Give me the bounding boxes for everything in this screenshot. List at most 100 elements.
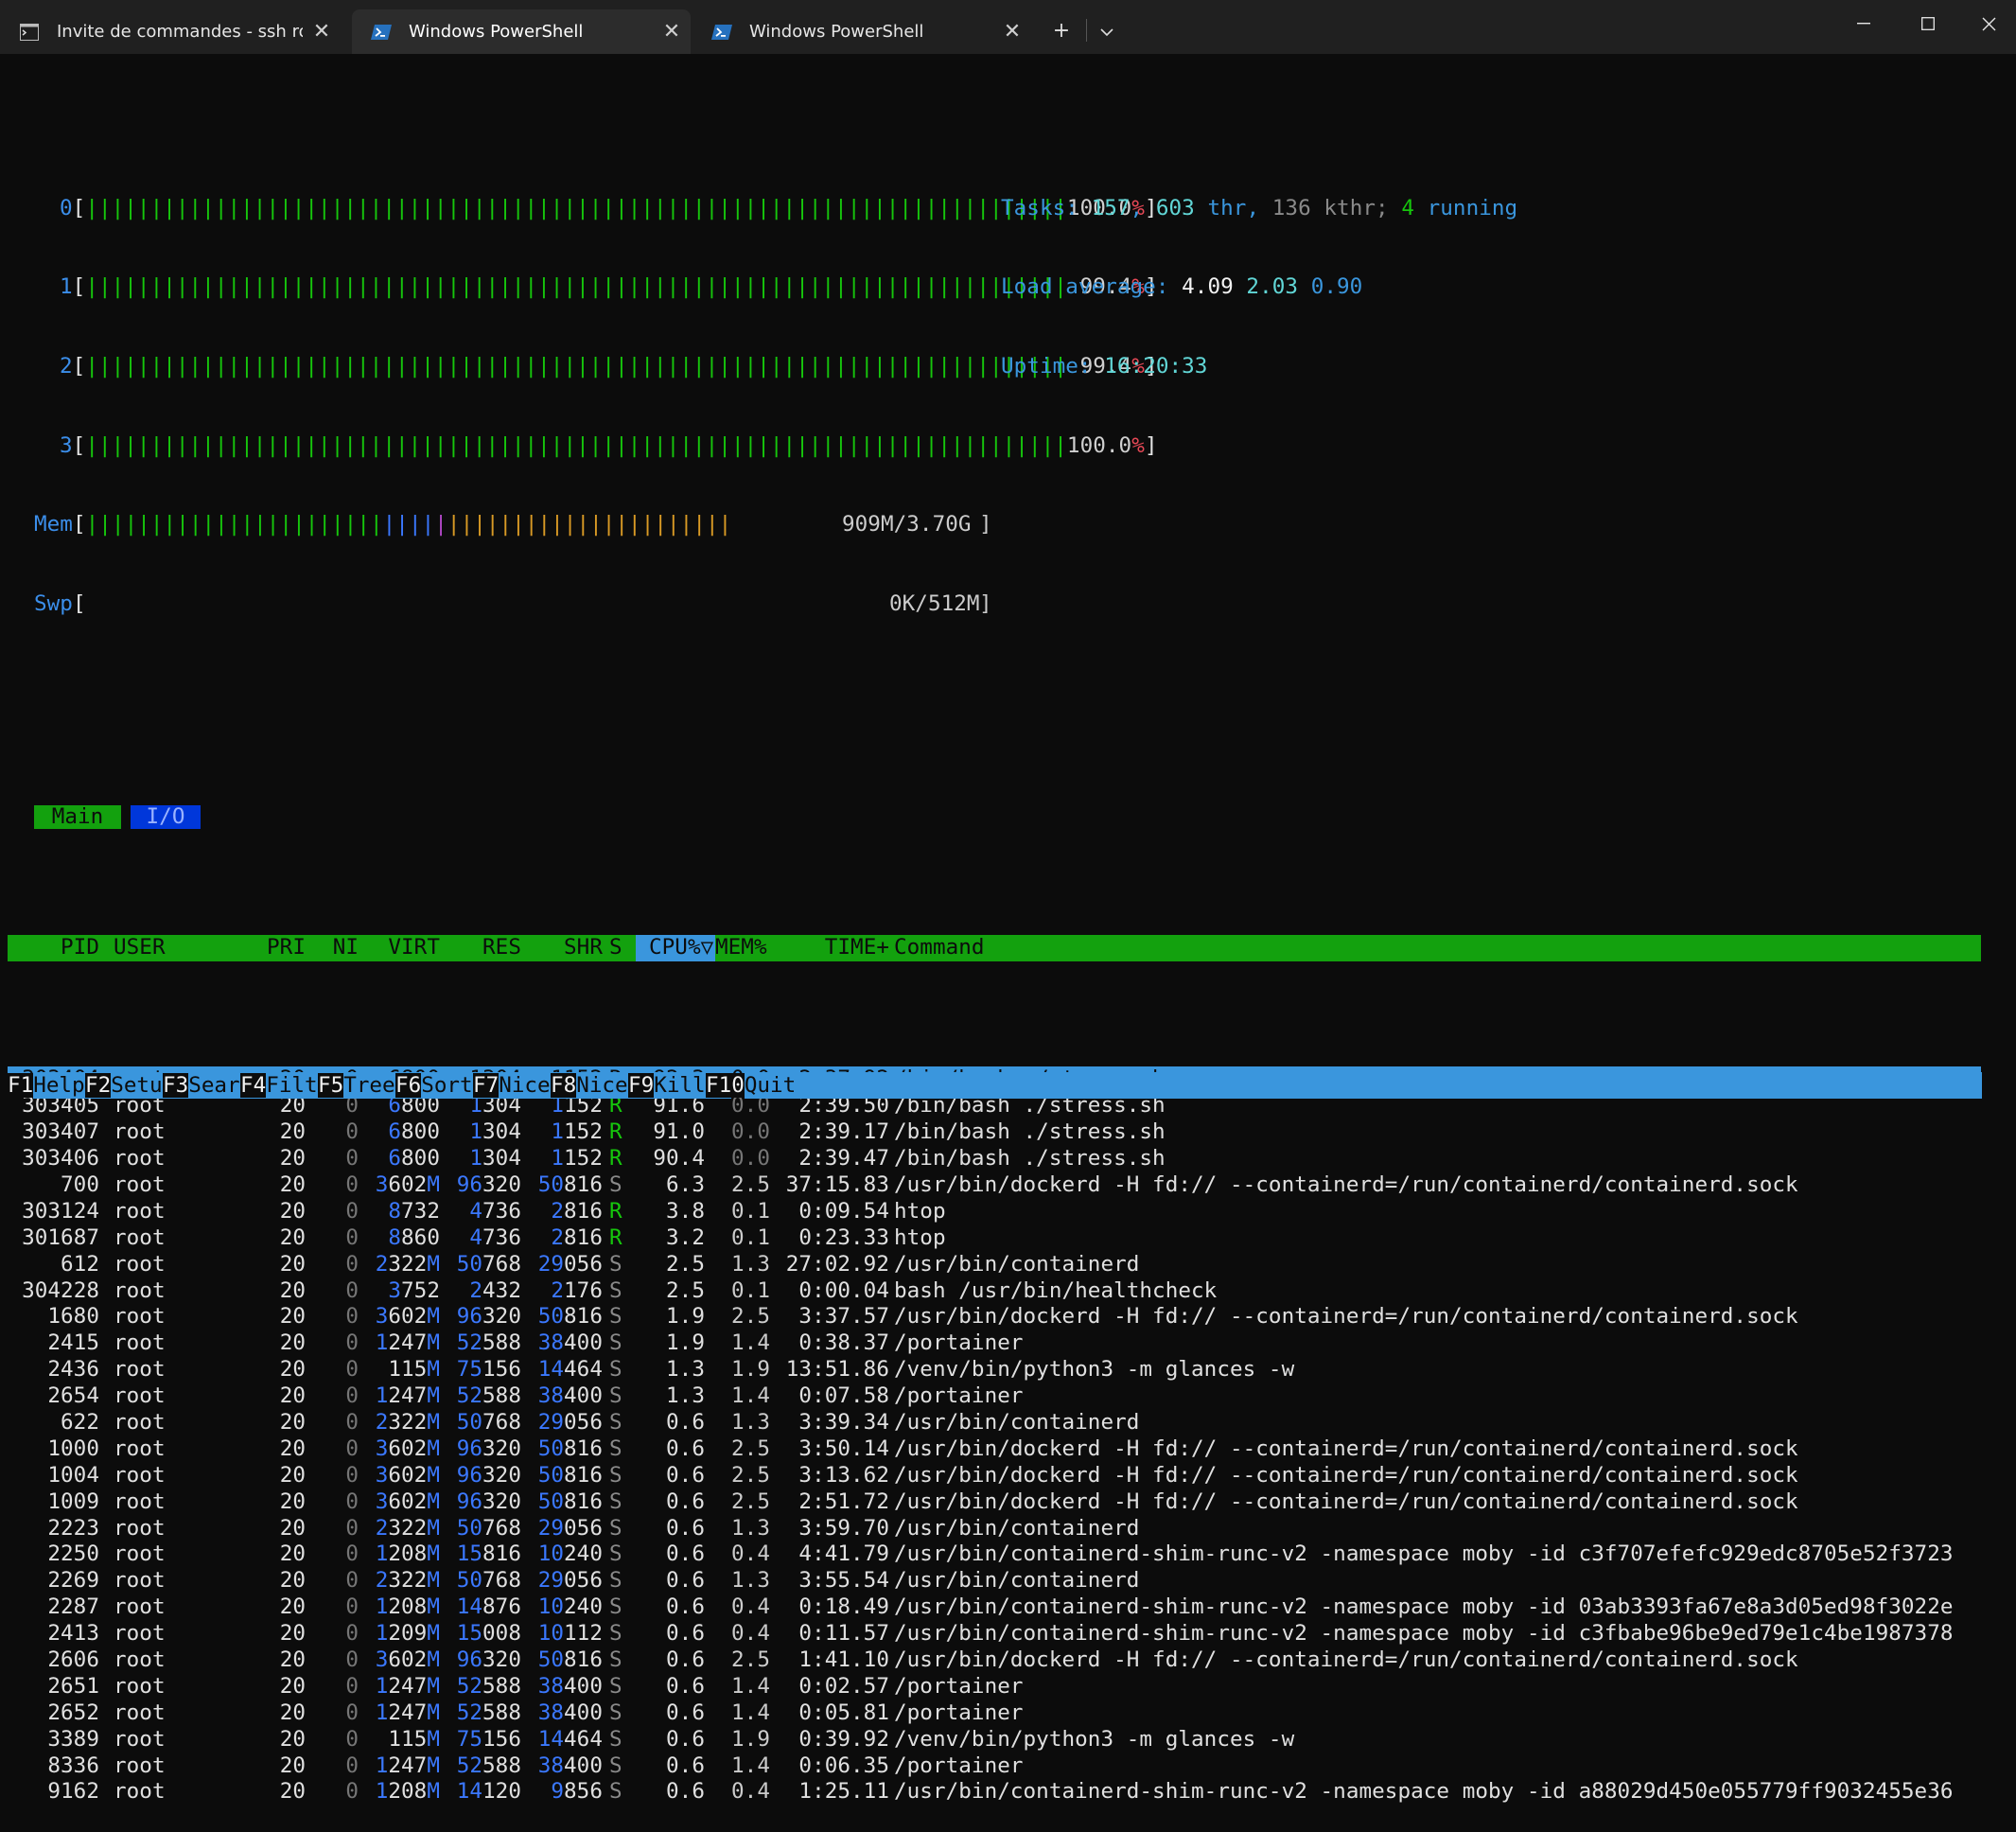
process-res: 4736 — [469, 1224, 521, 1250]
table-row[interactable]: 8336 root 20 0 1247M 52588 38400 S 0.6 1.4 0:06.35… — [8, 1753, 1981, 1780]
column-ni[interactable]: NI — [315, 935, 359, 961]
tab-powershell[interactable]: Windows PowerShell ✕ — [692, 9, 1031, 54]
process-res: 75156 — [456, 1726, 521, 1752]
process-state: S — [609, 1436, 622, 1461]
cpu-meter-2: 2[||||||||||||||||||||||||||||||||||||||… — [60, 354, 1208, 379]
close-window-button[interactable] — [1960, 0, 2016, 47]
tab-command-prompt[interactable]: Invite de commandes - ssh ro ✕ — [0, 9, 341, 54]
process-res: 50768 — [456, 1251, 521, 1277]
tab-dropdown-button[interactable] — [1088, 9, 1126, 51]
table-row[interactable]: 700 root 20 0 3602M 96320 50816 S 6.3 2.5 37:15.83… — [8, 1172, 1981, 1199]
htop-terminal[interactable]: 0[||||||||||||||||||||||||||||||||||||||… — [8, 90, 1981, 1832]
process-user: root — [114, 1436, 166, 1461]
table-row[interactable]: 2652 root 20 0 1247M 52588 38400 S 0.6 1.4 0:05.81… — [8, 1700, 1981, 1727]
uptime-value: 16:20:33 — [1104, 354, 1208, 379]
table-row[interactable]: 2413 root 20 0 1209M 15008 10112 S 0.6 0.4 0:11.57… — [8, 1621, 1981, 1647]
minimize-icon — [1857, 23, 1870, 25]
process-state: R — [609, 1198, 622, 1224]
column-pri[interactable]: PRI — [228, 935, 306, 961]
minimize-button[interactable] — [1835, 0, 1892, 47]
process-res: 15008 — [456, 1621, 521, 1647]
table-row[interactable]: 1680 root 20 0 3602M 96320 50816 S 1.9 2.5 3:37.57… — [8, 1304, 1981, 1330]
process-nice: 0 — [345, 1462, 359, 1488]
process-shr: 38400 — [537, 1383, 603, 1409]
process-priority: 20 — [279, 1753, 306, 1778]
cpu-label: 2 — [60, 354, 73, 379]
process-command: /bin/bash ./stress.sh — [894, 1119, 1166, 1145]
screen-tab-main[interactable]: Main — [34, 805, 121, 830]
table-row[interactable]: 2223 root 20 0 2322M 50768 29056 S 0.6 1.3 3:59.70… — [8, 1516, 1981, 1542]
process-user: root — [114, 1119, 166, 1145]
column-pid[interactable]: PID — [8, 935, 99, 961]
process-priority: 20 — [279, 1647, 306, 1672]
column-user[interactable]: USER — [114, 935, 166, 961]
close-tab-icon[interactable]: ✕ — [653, 20, 691, 44]
cpu-label: 1 — [60, 274, 73, 300]
fkey-label: Quit — [744, 1072, 1982, 1099]
process-nice: 0 — [345, 1277, 359, 1303]
table-row[interactable]: 612 root 20 0 2322M 50768 29056 S 2.5 1.3 27:02.92… — [8, 1252, 1981, 1278]
close-tab-icon[interactable]: ✕ — [303, 20, 341, 44]
table-row[interactable]: 301687 root 20 0 8860 4736 2816 R 3.2 0.1 0:23.33 h… — [8, 1225, 1981, 1252]
table-row[interactable]: 304228 root 20 0 3752 2432 2176 S 2.5 0.1 0:00.04 b… — [8, 1278, 1981, 1305]
column-state[interactable]: S — [609, 935, 628, 961]
column-shr[interactable]: SHR — [531, 935, 603, 961]
column-virt[interactable]: VIRT — [367, 935, 440, 961]
table-row[interactable]: 2654 root 20 0 1247M 52588 38400 S 1.3 1.4 0:07.58… — [8, 1383, 1981, 1410]
process-shr: 2176 — [551, 1277, 603, 1303]
process-pid: 700 — [61, 1171, 99, 1197]
table-row[interactable]: 3389 root 20 0 115M 75156 14464 S 0.6 1.9 0:39.92/… — [8, 1727, 1981, 1753]
process-user: root — [114, 1568, 166, 1594]
process-nice: 0 — [345, 1673, 359, 1699]
fkey-f10[interactable]: F10Quit — [706, 1072, 1982, 1099]
new-tab-button[interactable]: + — [1041, 9, 1082, 51]
process-state: S — [609, 1621, 622, 1647]
terminal-tab-strip: Invite de commandes - ssh ro ✕ Windows P… — [0, 0, 2016, 54]
maximize-button[interactable] — [1900, 0, 1956, 47]
table-row[interactable]: 1004 root 20 0 3602M 96320 50816 S 0.6 2.5 3:13.62… — [8, 1463, 1981, 1489]
process-command: /usr/bin/containerd-shim-runc-v2 -namesp… — [894, 1621, 1954, 1647]
column-mem[interactable]: MEM% — [715, 935, 772, 961]
process-state: S — [609, 1779, 622, 1805]
close-icon — [1982, 17, 1995, 30]
process-priority: 20 — [279, 1594, 306, 1620]
screen-tab-io[interactable]: I/O — [131, 805, 201, 830]
process-user: root — [114, 1383, 166, 1409]
process-state: S — [609, 1726, 622, 1752]
column-res[interactable]: RES — [449, 935, 521, 961]
table-row[interactable]: 303407 root 20 0 6800 1304 1152 R 91.0 0.0 2:39.17… — [8, 1119, 1981, 1146]
maximize-icon — [1921, 17, 1935, 30]
column-cpu-sorted[interactable]: CPU%▽ — [636, 934, 715, 961]
table-row[interactable]: 2287 root 20 0 1208M 14876 10240 S 0.6 0.4 0:18.49… — [8, 1594, 1981, 1621]
process-time: 0:06.35 — [798, 1753, 889, 1778]
table-row[interactable]: 9162 root 20 0 1208M 14120 9856 S 0.6 0.4 1:25.11/… — [8, 1779, 1981, 1806]
table-row[interactable]: 1000 root 20 0 3602M 96320 50816 S 0.6 2.5 3:50.14… — [8, 1436, 1981, 1463]
table-row[interactable]: 2651 root 20 0 1247M 52588 38400 S 0.6 1.4 0:02.57… — [8, 1674, 1981, 1700]
table-row[interactable]: 303124 root 20 0 8732 4736 2816 R 3.8 0.1 0:09.54 h… — [8, 1199, 1981, 1225]
table-row[interactable]: 1009 root 20 0 3602M 96320 50816 S 0.6 2.5 2:51.72… — [8, 1489, 1981, 1516]
process-time: 0:18.49 — [798, 1594, 889, 1620]
table-row[interactable]: 2415 root 20 0 1247M 52588 38400 S 1.9 1.4 0:38.37… — [8, 1330, 1981, 1357]
table-row[interactable]: 303406 root 20 0 6800 1304 1152 R 90.4 0.0 2:39.47… — [8, 1146, 1981, 1172]
process-command: /usr/bin/containerd-shim-runc-v2 -namesp… — [894, 1779, 1954, 1805]
table-row[interactable]: 2269 root 20 0 2322M 50768 29056 S 0.6 1.3 3:55.54… — [8, 1568, 1981, 1594]
table-row[interactable]: 622 root 20 0 2322M 50768 29056 S 0.6 1.3 3:39.34/… — [8, 1410, 1981, 1436]
process-mem: 0.1 — [731, 1198, 770, 1224]
table-row[interactable]: 2250 root 20 0 1208M 15816 10240 S 0.6 0.4 4:41.79… — [8, 1541, 1981, 1568]
table-row[interactable]: 2606 root 20 0 3602M 96320 50816 S 0.6 2.5 1:41.10… — [8, 1647, 1981, 1674]
load-15min: 0.90 — [1310, 274, 1363, 300]
process-nice: 0 — [345, 1488, 359, 1514]
column-time[interactable]: TIME+ — [778, 935, 889, 961]
tab-powershell-active[interactable]: Windows PowerShell ✕ — [352, 9, 691, 54]
cpu-label: 0 — [60, 195, 73, 220]
process-priority: 20 — [279, 1357, 306, 1383]
process-cpu: 0.6 — [666, 1436, 705, 1461]
process-state: S — [609, 1171, 622, 1197]
process-pid: 3389 — [47, 1726, 99, 1752]
process-shr: 50816 — [537, 1171, 603, 1197]
process-pid: 2652 — [47, 1700, 99, 1725]
close-tab-icon[interactable]: ✕ — [993, 20, 1031, 44]
table-row[interactable]: 2436 root 20 0 115M 75156 14464 S 1.3 1.9 13:51.86… — [8, 1357, 1981, 1383]
column-command[interactable]: Command — [894, 935, 1982, 961]
